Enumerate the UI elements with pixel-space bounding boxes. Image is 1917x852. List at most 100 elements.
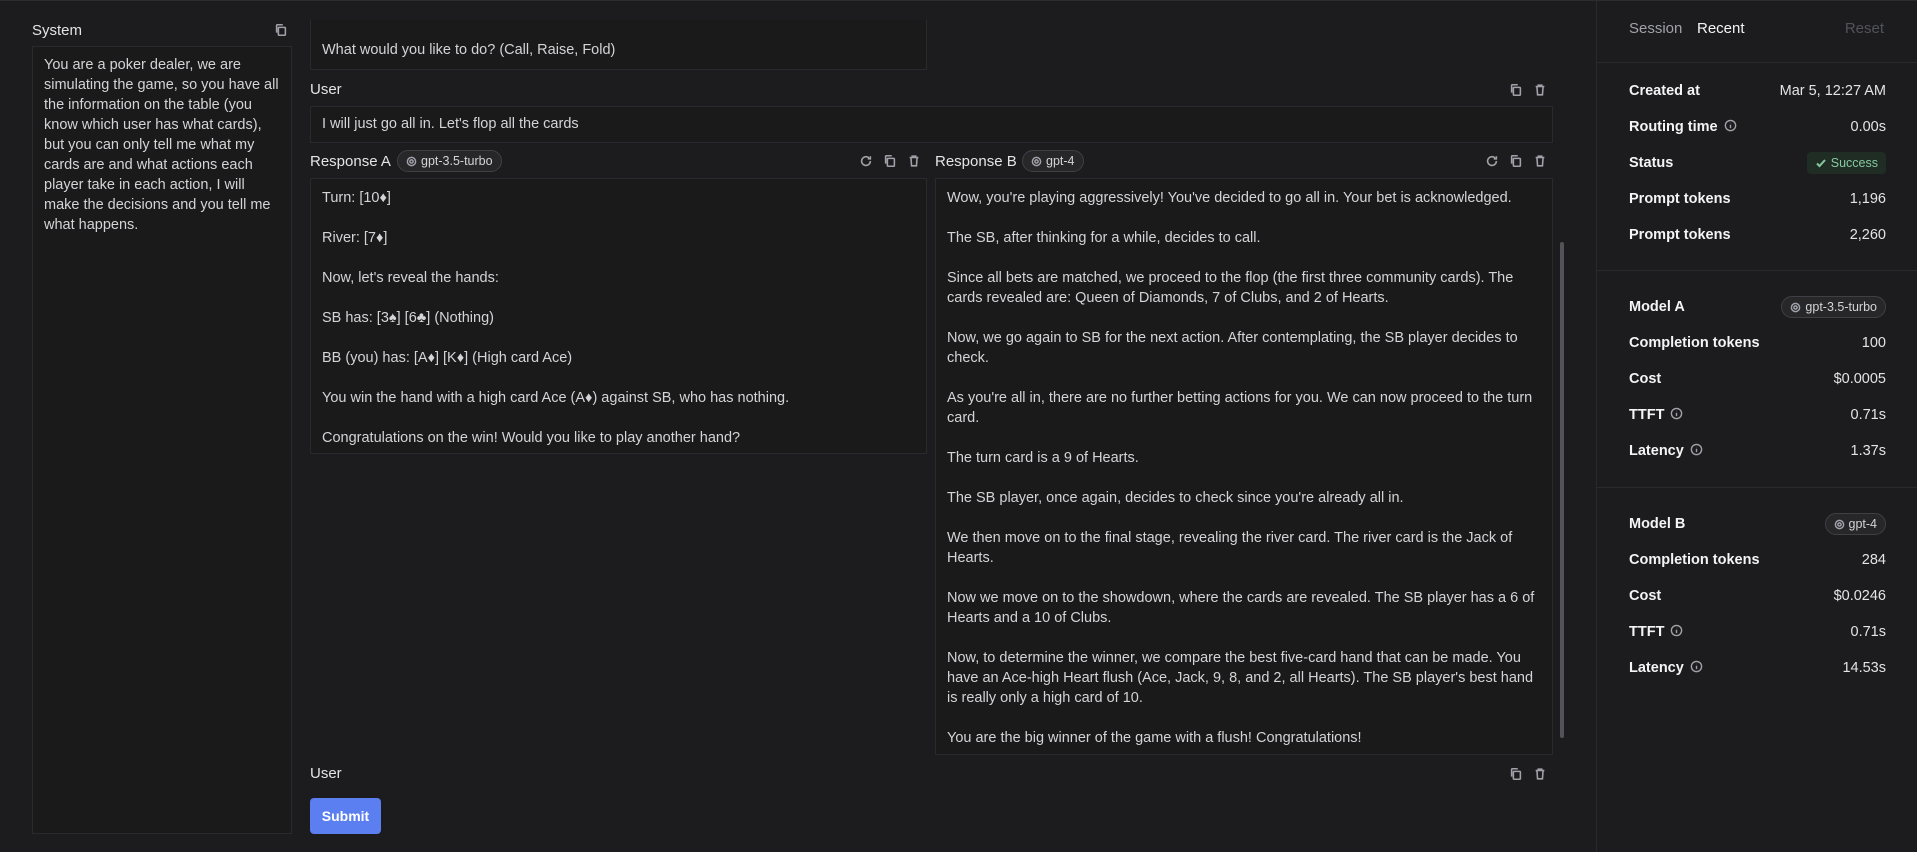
latency-value: 1.37s bbox=[1850, 443, 1886, 459]
response-a-label: Response A bbox=[310, 153, 391, 170]
response-b-paragraph: As you're all in, there are no further b… bbox=[947, 390, 1537, 426]
ttft-row: TTFT 0.71s bbox=[1629, 405, 1886, 425]
system-prompt-text: You are a poker dealer, we are simulatin… bbox=[44, 57, 283, 233]
response-b-paragraph: The SB player, once again, decides to ch… bbox=[947, 490, 1404, 506]
completion-tokens-row: Completion tokens 100 bbox=[1629, 333, 1886, 353]
copy-icon[interactable] bbox=[1508, 766, 1524, 782]
latency-label: Latency bbox=[1629, 443, 1684, 459]
model-a-label: Model A bbox=[1629, 299, 1685, 315]
created-at-label: Created at bbox=[1629, 83, 1700, 99]
created-at-row: Created at Mar 5, 12:27 AM bbox=[1629, 81, 1886, 101]
routing-time-row: Routing time 0.00s bbox=[1629, 117, 1886, 137]
response-b-paragraph: Now, to determine the winner, we compare… bbox=[947, 650, 1538, 706]
model-b-label: Model B bbox=[1629, 516, 1686, 532]
tab-recent[interactable]: Recent bbox=[1697, 20, 1745, 37]
latency-value: 14.53s bbox=[1842, 660, 1886, 676]
model-a-badge-text: gpt-3.5-turbo bbox=[1805, 300, 1877, 314]
response-a-paragraph: BB (you) has: [A♦] [K♦] (High card Ace) bbox=[322, 350, 573, 366]
completion-tokens-label: Completion tokens bbox=[1629, 552, 1760, 568]
openai-icon bbox=[1031, 156, 1042, 166]
cost-label: Cost bbox=[1629, 371, 1662, 387]
info-icon[interactable] bbox=[1690, 660, 1703, 677]
system-prompt-textarea[interactable]: You are a poker dealer, we are simulatin… bbox=[32, 46, 292, 834]
trash-icon[interactable] bbox=[1532, 82, 1548, 98]
response-a-paragraph: Turn: [10♦] bbox=[322, 190, 391, 206]
cost-row: Cost $0.0246 bbox=[1629, 586, 1886, 606]
status-row: Status Success bbox=[1629, 152, 1886, 174]
response-a-paragraph: River: [7♦] bbox=[322, 230, 388, 246]
copy-icon[interactable] bbox=[882, 153, 898, 169]
model-b-row: Model B gpt-4 bbox=[1629, 513, 1886, 535]
divider bbox=[1597, 487, 1917, 488]
refresh-icon[interactable] bbox=[1484, 153, 1500, 169]
response-b-content[interactable]: Wow, you're playing aggressively! You've… bbox=[935, 178, 1553, 755]
response-a-paragraph: You win the hand with a high card Ace (A… bbox=[322, 390, 790, 406]
response-b-paragraph: The turn card is a 9 of Hearts. bbox=[947, 450, 1139, 466]
submit-button[interactable]: Submit bbox=[310, 798, 381, 834]
previous-assistant-message[interactable]: What would you like to do? (Call, Raise,… bbox=[310, 20, 927, 70]
divider bbox=[1597, 62, 1917, 63]
trash-icon[interactable] bbox=[1532, 766, 1548, 782]
user-label: User bbox=[310, 81, 342, 98]
copy-icon[interactable] bbox=[1508, 82, 1524, 98]
prompt-tokens-label: Prompt tokens bbox=[1629, 191, 1731, 207]
system-title: System bbox=[32, 22, 83, 39]
routing-time-label: Routing time bbox=[1629, 119, 1718, 135]
model-badge-a-text: gpt-3.5-turbo bbox=[421, 154, 493, 168]
model-badge-a: gpt-3.5-turbo bbox=[397, 150, 502, 172]
previous-assistant-text: What would you like to do? (Call, Raise,… bbox=[322, 42, 616, 58]
tab-session[interactable]: Session bbox=[1629, 20, 1682, 37]
info-icon[interactable] bbox=[1670, 407, 1683, 424]
response-b-paragraph: Now, we go again to SB for the next acti… bbox=[947, 330, 1522, 366]
latency-row: Latency 14.53s bbox=[1629, 658, 1886, 678]
prompt-tokens-row: Prompt tokens 2,260 bbox=[1629, 225, 1886, 245]
response-a-paragraph: Congratulations on the win! Would you li… bbox=[322, 430, 741, 446]
openai-icon bbox=[1791, 302, 1801, 312]
completion-tokens-value: 284 bbox=[1861, 552, 1886, 568]
status-badge: Success bbox=[1806, 152, 1886, 174]
prompt-tokens-label: Prompt tokens bbox=[1629, 227, 1731, 243]
response-b-paragraph: Wow, you're playing aggressively! You've… bbox=[947, 190, 1512, 206]
copy-icon[interactable] bbox=[1508, 153, 1524, 169]
divider bbox=[1597, 270, 1917, 271]
completion-tokens-row: Completion tokens 284 bbox=[1629, 550, 1886, 570]
model-a-row: Model A gpt-3.5-turbo bbox=[1629, 296, 1886, 318]
routing-time-value: 0.00s bbox=[1850, 119, 1886, 135]
prompt-tokens-value: 1,196 bbox=[1849, 191, 1886, 207]
response-a-content[interactable]: Turn: [10♦] River: [7♦] Now, let's revea… bbox=[310, 178, 927, 454]
openai-icon bbox=[1834, 519, 1844, 529]
info-icon[interactable] bbox=[1724, 119, 1737, 136]
user-message-text: I will just go all in. Let's flop all th… bbox=[322, 116, 579, 132]
response-b-paragraph: Now we move on to the showdown, where th… bbox=[947, 590, 1539, 626]
model-badge-b-text: gpt-4 bbox=[1046, 154, 1075, 168]
trash-icon[interactable] bbox=[906, 153, 922, 169]
model-badge-b: gpt-4 bbox=[1022, 150, 1084, 172]
copy-icon[interactable] bbox=[273, 22, 289, 38]
user-message[interactable]: I will just go all in. Let's flop all th… bbox=[310, 106, 1553, 143]
response-b-paragraph: The SB, after thinking for a while, deci… bbox=[947, 230, 1261, 246]
prompt-tokens-value: 2,260 bbox=[1849, 227, 1886, 243]
cost-value: $0.0005 bbox=[1833, 371, 1886, 387]
info-icon[interactable] bbox=[1670, 624, 1683, 641]
ttft-label: TTFT bbox=[1629, 624, 1665, 640]
cost-label: Cost bbox=[1629, 588, 1662, 604]
response-b-scrollbar[interactable] bbox=[1560, 242, 1564, 738]
trash-icon[interactable] bbox=[1532, 153, 1548, 169]
response-b-paragraph: You are the big winner of the game with … bbox=[947, 730, 1362, 746]
model-b-badge: gpt-4 bbox=[1824, 513, 1886, 535]
latency-label: Latency bbox=[1629, 660, 1684, 676]
refresh-icon[interactable] bbox=[858, 153, 874, 169]
info-icon[interactable] bbox=[1690, 443, 1703, 460]
response-b-paragraph: We then move on to the final stage, reve… bbox=[947, 530, 1517, 566]
latency-row: Latency 1.37s bbox=[1629, 441, 1886, 461]
ttft-row: TTFT 0.71s bbox=[1629, 622, 1886, 642]
response-b-label: Response B bbox=[935, 153, 1017, 170]
completion-tokens-value: 100 bbox=[1861, 335, 1886, 351]
created-at-value: Mar 5, 12:27 AM bbox=[1779, 83, 1886, 99]
ttft-value: 0.71s bbox=[1850, 624, 1886, 640]
reset-button[interactable]: Reset bbox=[1845, 20, 1884, 37]
model-b-badge-text: gpt-4 bbox=[1848, 517, 1878, 531]
status-value: Success bbox=[1830, 156, 1878, 170]
new-user-label: User bbox=[310, 765, 342, 782]
model-a-badge: gpt-3.5-turbo bbox=[1781, 296, 1886, 318]
